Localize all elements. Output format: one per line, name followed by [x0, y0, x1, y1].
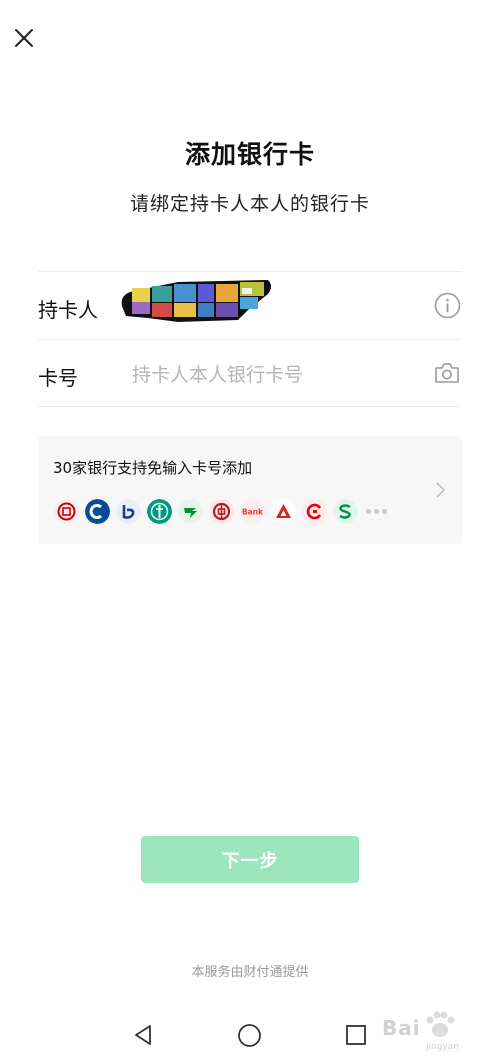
page-title: 添加银行卡 — [184, 140, 315, 169]
bocom-logo-icon — [116, 498, 141, 524]
spdb-logo-icon — [333, 498, 358, 524]
icbc-logo-icon — [54, 498, 79, 524]
bank-logo-list: Bank — [54, 498, 390, 524]
home-circle-icon — [238, 1024, 261, 1047]
holder-label: 持卡人 — [38, 298, 98, 322]
supported-banks-panel[interactable]: 30家银行支持免输入卡号添加 Bank — [38, 436, 462, 544]
chevron-right-icon — [436, 482, 446, 498]
more-dots-icon — [366, 508, 390, 514]
back-triangle-icon — [135, 1025, 151, 1045]
info-button[interactable] — [434, 292, 461, 319]
divider — [38, 406, 462, 407]
psbc-logo-icon — [178, 498, 203, 524]
nav-recent-button[interactable] — [345, 1024, 367, 1046]
boc-logo-icon — [209, 498, 234, 524]
card-number-input[interactable] — [132, 358, 422, 392]
supported-banks-text: 30家银行支持免输入卡号添加 — [53, 459, 253, 477]
citic-logo-icon — [302, 498, 327, 524]
holder-name-masked — [121, 280, 272, 322]
abc-logo-icon — [147, 498, 172, 524]
close-button[interactable] — [11, 25, 37, 51]
scan-card-button[interactable] — [433, 360, 461, 386]
watermark-subtext: jingyan — [426, 1042, 459, 1052]
recent-square-icon — [346, 1025, 366, 1045]
bank-text-logo-icon: Bank — [240, 498, 265, 524]
ccb-logo-icon — [85, 498, 110, 524]
card-number-label: 卡号 — [38, 366, 78, 390]
camera-icon — [435, 363, 459, 383]
next-button[interactable]: 下一步 — [141, 836, 359, 883]
info-icon — [434, 292, 461, 319]
close-icon — [15, 29, 33, 47]
page-subtitle: 请绑定持卡人本人的银行卡 — [129, 193, 370, 215]
service-provider-note: 本服务由财付通提供 — [191, 965, 309, 980]
nav-home-button[interactable] — [237, 1023, 262, 1048]
paw-icon — [426, 1011, 455, 1037]
nav-back-button[interactable] — [131, 1023, 155, 1047]
divider — [38, 271, 462, 272]
divider — [38, 339, 462, 340]
cmbc-logo-icon — [271, 498, 296, 524]
svg-text:Bank: Bank — [242, 507, 264, 516]
watermark-logo: Bai — [382, 1016, 421, 1040]
